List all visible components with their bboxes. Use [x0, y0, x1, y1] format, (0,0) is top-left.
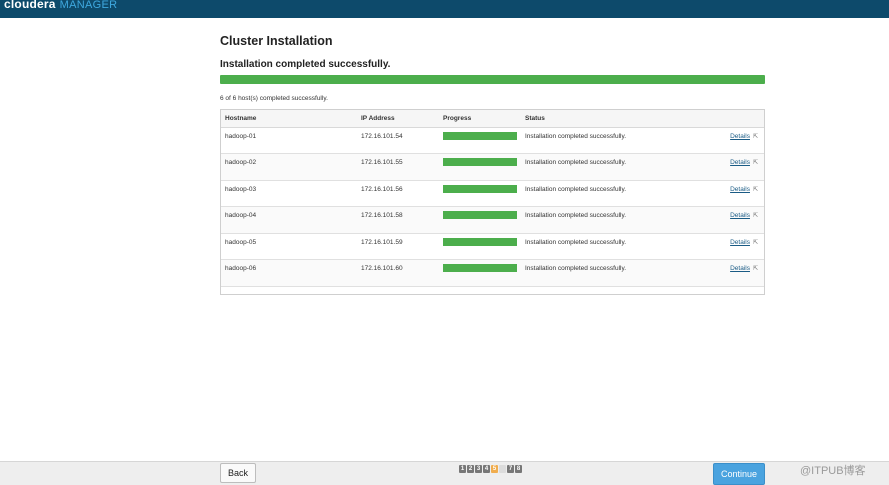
- page-title: Cluster Installation: [220, 34, 333, 48]
- ip-address-cell: 172.16.101.60: [357, 259, 439, 288]
- status-cell: Installation completed successfully.: [521, 153, 681, 181]
- wizard-step-1: 1: [459, 465, 466, 473]
- wizard-step-2: 2: [467, 465, 474, 473]
- ip-address-cell: 172.16.101.58: [357, 206, 439, 234]
- ip-address-cell: 172.16.101.54: [357, 127, 439, 155]
- cloudera-manager-logo[interactable]: cloudera MANAGER: [4, 0, 117, 11]
- progress-cell: [439, 153, 521, 181]
- overall-progress-fill: [220, 75, 765, 84]
- status-cell: Installation completed successfully.: [521, 259, 681, 288]
- external-link-icon[interactable]: ⇱: [753, 186, 758, 193]
- details-cell: Details ⇱: [681, 153, 764, 181]
- ip-address-cell: 172.16.101.56: [357, 180, 439, 208]
- table-row: hadoop-05 172.16.101.59 Installation compl…: [221, 233, 764, 261]
- details-cell: Details ⇱: [681, 233, 764, 261]
- status-cell: Installation completed successfully.: [521, 233, 681, 261]
- progress-cell: [439, 127, 521, 155]
- wizard-step-4: 4: [483, 465, 490, 473]
- host-progress-fill: [443, 237, 517, 246]
- wizard-step-7: 7: [507, 465, 514, 473]
- empty-cell: [221, 287, 764, 296]
- table-header-row: Hostname IP Address Progress Status: [221, 110, 764, 128]
- host-progress-bar: [443, 211, 517, 220]
- status-cell: Installation completed successfully.: [521, 206, 681, 234]
- host-progress-bar: [443, 184, 517, 193]
- wizard-step-indicator: 12345678: [459, 465, 522, 473]
- brand-product: MANAGER: [59, 0, 118, 11]
- hostname-cell: hadoop-03: [221, 180, 357, 208]
- overall-progress-bar: [220, 75, 765, 84]
- details-link[interactable]: Details: [730, 265, 750, 272]
- host-progress-bar: [443, 237, 517, 246]
- details-link[interactable]: Details: [730, 186, 750, 193]
- back-button[interactable]: Back: [220, 463, 256, 483]
- progress-cell: [439, 180, 521, 208]
- wizard-step-8: 8: [515, 465, 522, 473]
- status-cell: Installation completed successfully.: [521, 127, 681, 155]
- table-empty-row: [221, 287, 764, 296]
- host-progress-bar: [443, 264, 517, 273]
- table-row: hadoop-06 172.16.101.60 Installation compl…: [221, 259, 764, 288]
- hostname-cell: hadoop-02: [221, 153, 357, 181]
- external-link-icon[interactable]: ⇱: [753, 265, 758, 272]
- external-link-icon[interactable]: ⇱: [753, 212, 758, 219]
- status-cell: Installation completed successfully.: [521, 180, 681, 208]
- installation-status-heading: Installation completed successfully.: [220, 59, 391, 70]
- brand-name: cloudera: [4, 0, 56, 11]
- details-cell: Details ⇱: [681, 127, 764, 155]
- host-progress-fill: [443, 211, 517, 220]
- host-progress-bar: [443, 131, 517, 140]
- column-header-actions: [681, 110, 764, 128]
- external-link-icon[interactable]: ⇱: [753, 159, 758, 166]
- external-link-icon[interactable]: ⇱: [753, 239, 758, 246]
- host-progress-fill: [443, 264, 517, 273]
- table-row: hadoop-01 172.16.101.54 Installation compl…: [221, 127, 764, 155]
- column-header-status[interactable]: Status: [521, 110, 681, 128]
- details-cell: Details ⇱: [681, 259, 764, 288]
- column-header-hostname[interactable]: Hostname: [221, 110, 357, 128]
- details-link[interactable]: Details: [730, 212, 750, 219]
- ip-address-cell: 172.16.101.59: [357, 233, 439, 261]
- host-progress-fill: [443, 184, 517, 193]
- host-progress-fill: [443, 158, 517, 167]
- external-link-icon[interactable]: ⇱: [753, 133, 758, 140]
- progress-cell: [439, 259, 521, 288]
- hostname-cell: hadoop-05: [221, 233, 357, 261]
- host-summary-text: 6 of 6 host(s) completed successfully.: [220, 95, 328, 102]
- hosts-table: Hostname IP Address Progress Status hado…: [220, 109, 765, 295]
- table-row: hadoop-02 172.16.101.55 Installation compl…: [221, 153, 764, 181]
- column-header-progress[interactable]: Progress: [439, 110, 521, 128]
- host-progress-fill: [443, 131, 517, 140]
- details-link[interactable]: Details: [730, 239, 750, 246]
- continue-button[interactable]: Continue: [713, 463, 765, 485]
- ip-address-cell: 172.16.101.55: [357, 153, 439, 181]
- hostname-cell: hadoop-01: [221, 127, 357, 155]
- details-cell: Details ⇱: [681, 180, 764, 208]
- table-row: hadoop-03 172.16.101.56 Installation compl…: [221, 180, 764, 208]
- wizard-step-6: 6: [499, 465, 506, 473]
- watermark: @ITPUB博客: [800, 465, 866, 477]
- progress-cell: [439, 233, 521, 261]
- details-link[interactable]: Details: [730, 133, 750, 140]
- host-progress-bar: [443, 158, 517, 167]
- column-header-ip-address[interactable]: IP Address: [357, 110, 439, 128]
- details-cell: Details ⇱: [681, 206, 764, 234]
- wizard-step-3: 3: [475, 465, 482, 473]
- progress-cell: [439, 206, 521, 234]
- hostname-cell: hadoop-04: [221, 206, 357, 234]
- details-link[interactable]: Details: [730, 159, 750, 166]
- top-navigation-bar: cloudera MANAGER: [0, 0, 889, 18]
- table-row: hadoop-04 172.16.101.58 Installation compl…: [221, 206, 764, 234]
- wizard-step-5: 5: [491, 465, 498, 473]
- hostname-cell: hadoop-06: [221, 259, 357, 288]
